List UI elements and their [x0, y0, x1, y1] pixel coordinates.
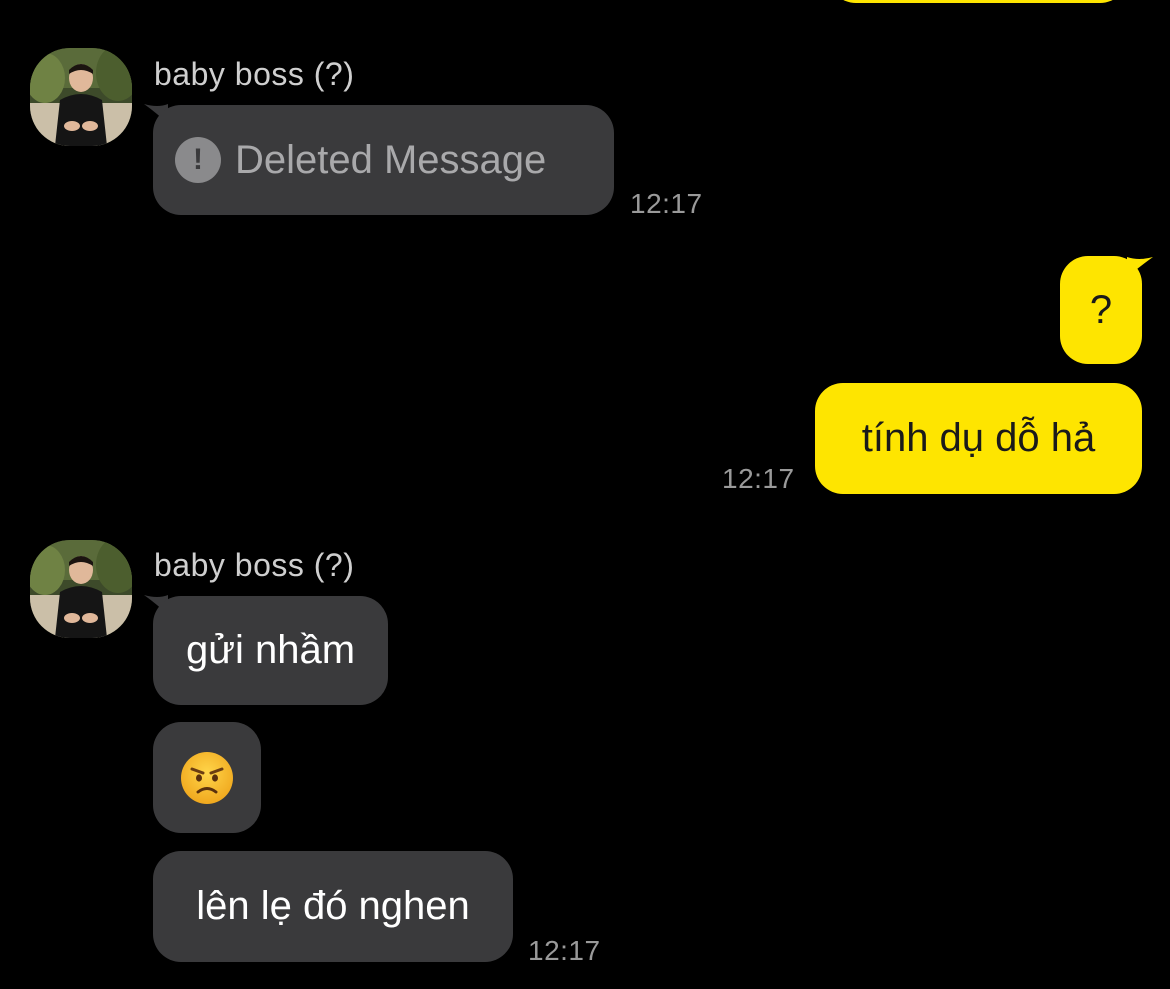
- deleted-message-text: Deleted Message: [235, 137, 547, 182]
- avatar[interactable]: [30, 48, 132, 146]
- avatar-photo: [30, 48, 132, 146]
- angry-face-icon: [181, 751, 233, 804]
- incoming-emoji-bubble[interactable]: [153, 722, 261, 833]
- exclamation-circle-icon: !: [175, 137, 221, 183]
- message-text: lên lẹ đó nghen: [196, 884, 470, 928]
- message-text: gửi nhầm: [185, 628, 356, 672]
- avatar-photo: [30, 540, 132, 638]
- message-text: ?: [1089, 287, 1113, 332]
- outgoing-message-bubble[interactable]: ?: [1060, 256, 1142, 364]
- incoming-message-bubble[interactable]: lên lẹ đó nghen: [153, 851, 513, 962]
- sender-name: baby boss (?): [154, 547, 355, 583]
- message-timestamp: 12:17: [630, 188, 703, 219]
- deleted-message-bubble[interactable]: ! Deleted Message: [153, 105, 614, 215]
- message-text: tính dụ dỗ hả: [861, 416, 1096, 460]
- incoming-message-bubble[interactable]: gửi nhầm: [153, 596, 388, 705]
- partial-outgoing-bubble[interactable]: [828, 0, 1128, 3]
- outgoing-message-bubble[interactable]: tính dụ dỗ hả: [815, 383, 1142, 494]
- avatar[interactable]: [30, 540, 132, 638]
- sender-name: baby boss (?): [154, 56, 355, 92]
- message-timestamp: 12:17: [528, 935, 601, 966]
- message-timestamp: 12:17: [722, 463, 795, 494]
